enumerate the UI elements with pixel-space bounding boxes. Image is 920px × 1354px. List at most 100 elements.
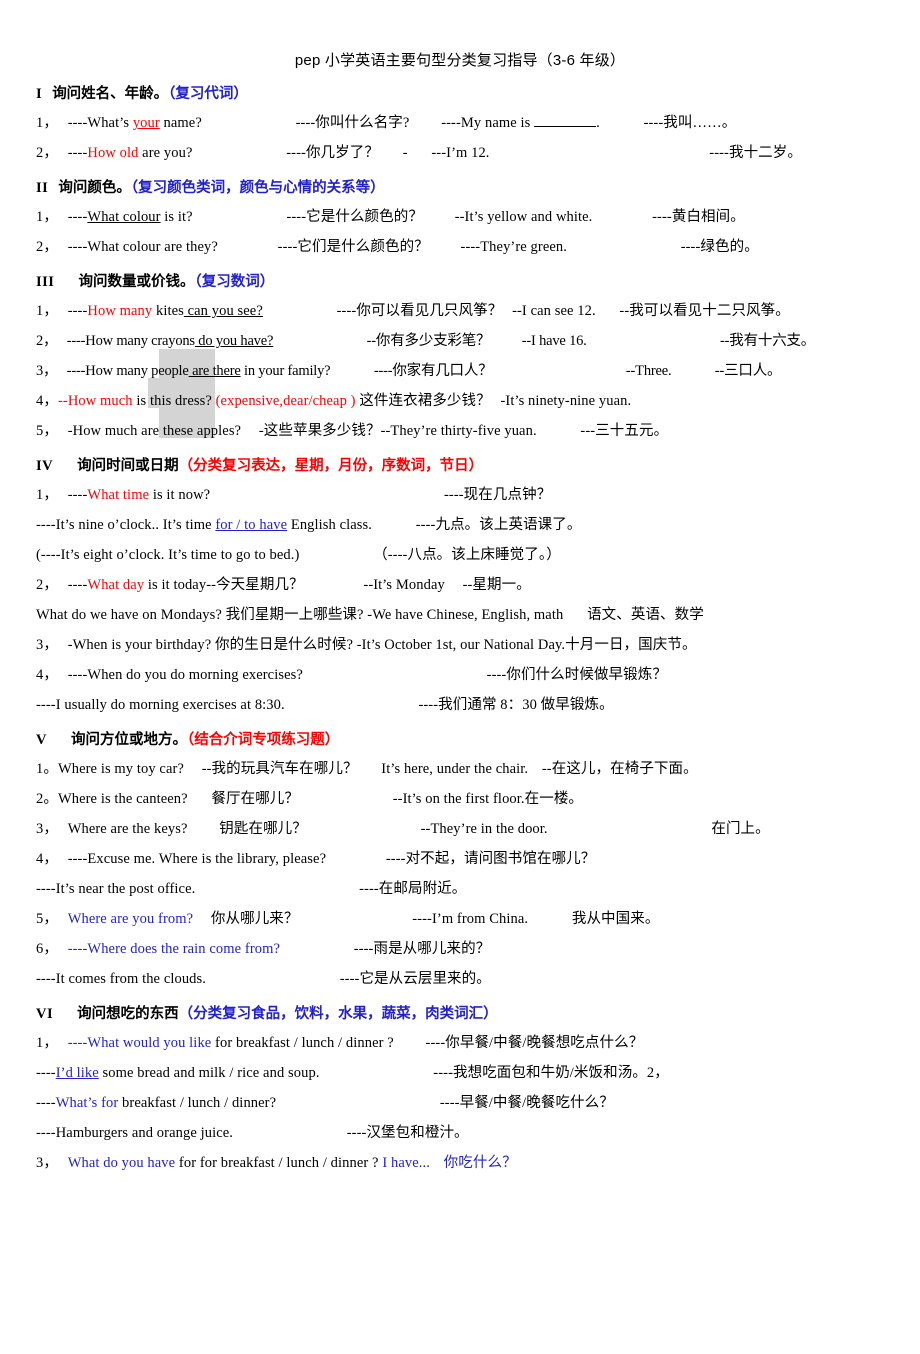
line-index: 2， <box>36 239 58 256</box>
qa-line: 4， ----When do you do morning exercises?… <box>36 660 886 690</box>
question-en-tail: in your family? <box>240 363 331 380</box>
question-zh: 你的生日是什么时候? <box>211 637 357 654</box>
section-heading-3: III 询问数量或价钱。（复习数词） <box>36 272 886 293</box>
qa-line: 2。Where is the canteen? 餐厅在哪儿？ --It’s on… <box>36 784 886 814</box>
answer-zh: ----它是从云层里来的。 <box>339 971 491 988</box>
answer-zh: 在一楼。 <box>524 791 584 808</box>
question-en: -When is your birthday? <box>67 637 212 654</box>
qa-line: 2， ----How many crayons do you have? --你… <box>36 326 886 356</box>
continuation-line: ----Hamburgers and orange juice. ----汉堡包… <box>36 1118 886 1148</box>
line-index: 1， <box>36 1035 58 1052</box>
qa-line: 1， ----How many kites can you see? ----你… <box>36 296 886 326</box>
question-zh: ----你早餐/中餐/晚餐想吃点什么？ <box>425 1035 644 1052</box>
answer-zh: --在这儿，在椅子下面。 <box>541 761 698 778</box>
answer-en: ----It’s nine o’clock.. It’s time <box>36 517 216 534</box>
section-number: V <box>36 732 47 749</box>
answer-en-tail: English class. <box>287 517 373 534</box>
line-index: 3， <box>36 1155 58 1172</box>
answer-zh: （----八点。该上床睡觉了。） <box>373 547 561 564</box>
continuation-line: ----I usually do morning exercises at 8:… <box>36 690 886 720</box>
continuation-line: ----It’s near the post office. ----在邮局附近… <box>36 874 886 904</box>
qa-line: 1， ----What colour is it? ----它是什么颜色的？ -… <box>36 202 886 232</box>
keyword-highlight: Where does the rain come from? <box>87 941 281 958</box>
answer-zh: --我可以看见十二只风筝。 <box>619 303 790 320</box>
answer-en: It’s here, under the chair. <box>381 761 529 778</box>
question-zh: ----它是什么颜色的？ <box>286 209 423 226</box>
answer-en: ---I’m 12. <box>431 145 490 162</box>
line-index: 2， <box>36 577 58 594</box>
answer-en: --I can see 12. <box>512 303 596 320</box>
question-en-tail: for for breakfast / lunch / dinner ? <box>175 1155 383 1172</box>
answer-en: --Three. <box>625 363 672 380</box>
question-en: ----Excuse me. Where is the library, ple… <box>67 851 327 868</box>
answer-en: I have... <box>382 1155 430 1172</box>
question-en-tail: is this dress? <box>132 393 216 410</box>
line-index: 1， <box>36 303 58 320</box>
answer-en: ----Hamburgers and orange juice. <box>36 1125 233 1142</box>
line-index: 4， <box>36 851 58 868</box>
keyword-highlight: What’s for <box>55 1095 119 1112</box>
section-note: （复习代词） <box>168 86 248 102</box>
answer-en: ----My name is <box>441 115 531 132</box>
question-en-tail: is it? <box>160 209 193 226</box>
section-number: VI <box>36 1006 54 1023</box>
question-zh: ----你家有几口人？ <box>373 363 493 380</box>
underlined-text: can you see? <box>183 303 263 320</box>
qa-line: 1， ----What’s your name? ----你叫什么名字? ---… <box>36 108 886 138</box>
keyword-highlight: How much <box>67 393 133 410</box>
question-zh: -这些苹果多少钱？ <box>258 423 381 440</box>
question-en: ----What’s <box>67 115 133 132</box>
continuation-line: ----I’d like some bread and milk / rice … <box>36 1058 886 1088</box>
answer-zh: --我有十六支。 <box>720 333 816 350</box>
answer-zh: ----黄白相间。 <box>652 209 745 226</box>
question-zh: ----你可以看见几只风筝？ <box>336 303 503 320</box>
answer-en: --It’s on the first floor. <box>392 791 525 808</box>
section-title: 询问数量或价钱。 <box>78 274 195 291</box>
question-zh: 餐厅在哪儿？ <box>211 791 300 808</box>
keyword-highlight: How old <box>87 145 139 162</box>
answer-en: ----I’m from China. <box>412 911 529 928</box>
section-note: （结合介词专项练习题） <box>187 732 340 749</box>
question-en: ---- <box>67 487 88 504</box>
continuation-line: ----It comes from the clouds. ----它是从云层里… <box>36 964 886 994</box>
question-zh: --我的玩具汽车在哪儿？ <box>201 761 358 778</box>
section-heading-4: IV 询问时间或日期（分类复习表达，星期，月份，序数词，节日） <box>36 456 886 477</box>
answer-zh: 我从中国来。 <box>571 911 660 928</box>
document-body: I 询问姓名、年龄。（复习代词） 1， ----What’s your name… <box>0 84 920 1178</box>
answer-en: -It’s October 1st, our National Day. <box>356 637 566 654</box>
answer-en: ----I usually do morning exercises at 8:… <box>36 697 285 714</box>
line-index: 1， <box>36 115 58 132</box>
qa-line: 3， -When is your birthday? 你的生日是什么时候? -I… <box>36 630 886 660</box>
question-en: ---- <box>67 209 88 226</box>
keyword-highlight: What colour <box>87 209 161 226</box>
keyword-highlight: your <box>132 115 160 132</box>
answer-zh: ---三十五元。 <box>580 423 669 440</box>
question-en: ----How many <box>66 363 148 380</box>
question-zh: ----现在几点钟？ <box>443 487 552 504</box>
line-index: 1， <box>36 487 58 504</box>
line-index: 4， <box>36 667 58 684</box>
question-en: ---- <box>67 941 88 958</box>
dash-mark: ---- <box>67 1035 88 1052</box>
keyword-highlight: What do you have <box>67 1155 176 1172</box>
answer-en-tail: . <box>596 115 600 132</box>
question-zh: --你有多少支彩笔？ <box>366 333 491 350</box>
question-en-tail: are you? <box>138 145 193 162</box>
section-title: 询问颜色。 <box>58 180 131 197</box>
question-zh: ----早餐/中餐/晚餐吃什么？ <box>439 1095 614 1112</box>
section-heading-2: II 询问颜色。（复习颜色类词，颜色与心情的关系等） <box>36 178 886 199</box>
answer-en: ---- <box>36 1065 56 1082</box>
question-en: ----When do you do morning exercises? <box>67 667 303 684</box>
answer-zh: 语文、英语、数学 <box>587 607 704 624</box>
question-en: -How much are these apples? <box>67 423 242 440</box>
underlined-text: do you have? <box>194 333 274 350</box>
selected-text: kites <box>152 303 184 320</box>
qa-line: 4，--How much is this dress? (expensive,d… <box>36 386 886 416</box>
qa-line: 2， ----What day is it today--今天星期几？ --It… <box>36 570 886 600</box>
qa-line: 1， ----What time is it now? ----现在几点钟？ <box>36 480 886 510</box>
continuation-line: ----What’s for breakfast / lunch / dinne… <box>36 1088 886 1118</box>
answer-zh: ----九点。该上英语课了。 <box>415 517 582 534</box>
page-title: pep 小学英语主要句型分类复习指导（3-6 年级） <box>294 52 626 69</box>
answer-en: -It’s ninety-nine yuan. <box>500 393 632 410</box>
question-en-tail: is it today--今天星期几？ <box>144 577 304 594</box>
